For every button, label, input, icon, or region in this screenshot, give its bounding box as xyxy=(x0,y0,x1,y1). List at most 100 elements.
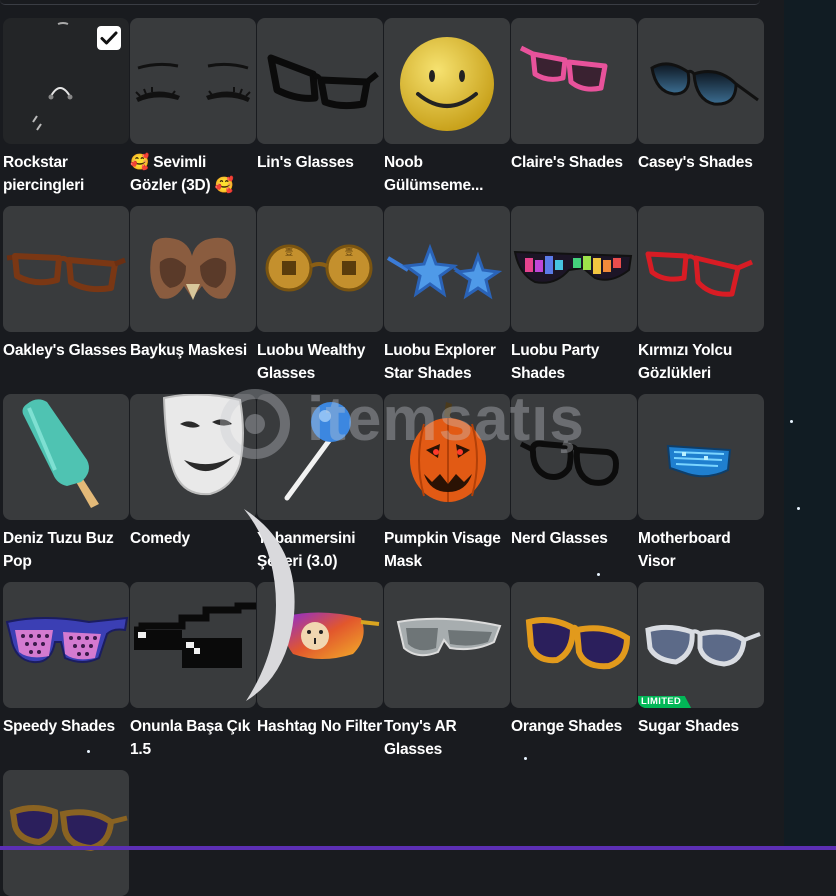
item-card[interactable]: Comedy xyxy=(130,394,256,550)
lollipop-icon xyxy=(284,402,351,501)
item-thumbnail[interactable] xyxy=(384,18,510,144)
pink-shades-icon xyxy=(519,45,608,92)
item-name[interactable]: Kırmızı Yolcu Gözlükleri xyxy=(638,339,764,385)
pixel-shades-icon xyxy=(134,602,256,668)
item-thumbnail[interactable] xyxy=(130,18,256,144)
item-name[interactable]: Nerd Glasses xyxy=(511,527,637,550)
item-name[interactable]: Speedy Shades xyxy=(3,715,129,738)
item-name[interactable]: 🥰 Sevimli Gözler (3D) 🥰 xyxy=(130,151,256,197)
item-card[interactable]: Lin's Glasses xyxy=(257,18,383,174)
purple-shades-icon xyxy=(9,805,128,852)
item-card[interactable]: Pumpkin Visage Mask xyxy=(384,394,510,573)
coin-glasses-icon: 壹 壹 xyxy=(265,244,373,292)
black-glasses-icon xyxy=(267,54,379,110)
item-name[interactable]: Deniz Tuzu Buz Pop xyxy=(3,527,129,573)
item-name[interactable]: Yabanmersini Şekeri (3.0) xyxy=(257,527,383,573)
item-card[interactable]: Nerd Glasses xyxy=(511,394,637,550)
ar-glasses-icon xyxy=(396,617,502,657)
bottom-accent-bar xyxy=(0,846,836,850)
item-name[interactable]: Oakley's Glasses xyxy=(3,339,129,362)
item-card[interactable]: Luobu Party Shades xyxy=(511,206,637,385)
item-name[interactable]: Luobu Explorer Star Shades xyxy=(384,339,510,385)
top-divider xyxy=(0,0,760,5)
item-thumbnail[interactable] xyxy=(130,206,256,332)
item-thumbnail[interactable] xyxy=(638,18,764,144)
item-card[interactable]: Baykuş Maskesi xyxy=(130,206,256,362)
item-card[interactable]: Onunla Başa Çık 1.5 xyxy=(130,582,256,761)
item-thumbnail[interactable] xyxy=(384,206,510,332)
item-thumbnail[interactable] xyxy=(257,18,383,144)
item-card[interactable]: Rockstar piercingleri xyxy=(3,18,129,197)
item-thumbnail[interactable] xyxy=(511,206,637,332)
item-card[interactable]: Orange Shades xyxy=(511,582,637,738)
item-thumbnail[interactable] xyxy=(257,582,383,708)
item-thumbnail[interactable] xyxy=(130,582,256,708)
star-decoration xyxy=(87,750,90,753)
item-thumbnail[interactable] xyxy=(3,394,129,520)
item-name[interactable]: Orange Shades xyxy=(511,715,637,738)
item-thumbnail[interactable] xyxy=(638,394,764,520)
item-thumbnail[interactable] xyxy=(384,582,510,708)
item-card[interactable]: LIMITED Sugar Shades xyxy=(638,582,764,738)
item-name[interactable]: Lin's Glasses xyxy=(257,151,383,174)
item-card[interactable]: 壹 壹 Luobu Wealthy Glasses xyxy=(257,206,383,385)
item-name[interactable]: Baykuş Maskesi xyxy=(130,339,256,362)
item-card[interactable] xyxy=(3,770,129,896)
item-thumbnail[interactable] xyxy=(3,582,129,708)
item-name[interactable]: Noob Gülümseme... xyxy=(384,151,510,197)
selected-checkbox[interactable] xyxy=(97,26,121,50)
item-card[interactable]: Tony's AR Glasses xyxy=(384,582,510,761)
nerd-glasses-icon xyxy=(519,440,619,486)
star-decoration xyxy=(797,507,800,510)
item-card[interactable]: Speedy Shades xyxy=(3,582,129,738)
item-name[interactable]: Luobu Party Shades xyxy=(511,339,637,385)
item-name[interactable]: Rockstar piercingleri xyxy=(3,151,129,197)
item-name[interactable]: Sugar Shades xyxy=(638,715,764,738)
item-name[interactable]: Pumpkin Visage Mask xyxy=(384,527,510,573)
item-name[interactable]: Hashtag No Filter xyxy=(257,715,383,738)
item-card[interactable]: Casey's Shades xyxy=(638,18,764,174)
visor-icon xyxy=(666,444,732,478)
item-thumbnail[interactable] xyxy=(511,582,637,708)
item-card[interactable]: Claire's Shades xyxy=(511,18,637,174)
owl-mask-icon xyxy=(150,237,236,300)
item-card[interactable]: Noob Gülümseme... xyxy=(384,18,510,197)
item-thumbnail[interactable] xyxy=(3,206,129,332)
item-thumbnail[interactable] xyxy=(3,770,129,896)
item-name[interactable]: Comedy xyxy=(130,527,256,550)
noob-smile-icon xyxy=(400,37,494,131)
cute-eyes-icon xyxy=(135,62,251,102)
item-name[interactable]: Tony's AR Glasses xyxy=(384,715,510,761)
item-name[interactable]: Luobu Wealthy Glasses xyxy=(257,339,383,385)
item-name[interactable]: Motherboard Visor xyxy=(638,527,764,573)
item-card[interactable]: Deniz Tuzu Buz Pop xyxy=(3,394,129,573)
svg-text:壹: 壹 xyxy=(285,247,293,257)
speedy-shades-icon xyxy=(5,616,129,664)
item-thumbnail[interactable] xyxy=(638,206,764,332)
item-thumbnail[interactable] xyxy=(511,394,637,520)
red-glasses-icon xyxy=(645,251,753,297)
item-name[interactable]: Onunla Başa Çık 1.5 xyxy=(130,715,256,761)
item-name[interactable]: Claire's Shades xyxy=(511,151,637,174)
item-thumbnail[interactable] xyxy=(130,394,256,520)
star-decoration xyxy=(790,420,793,423)
item-thumbnail[interactable] xyxy=(3,18,129,144)
item-thumbnail[interactable] xyxy=(511,18,637,144)
sugar-shades-icon xyxy=(645,624,761,667)
item-card[interactable]: Oakley's Glasses xyxy=(3,206,129,362)
item-thumbnail[interactable] xyxy=(384,394,510,520)
item-card[interactable]: Motherboard Visor xyxy=(638,394,764,573)
item-thumbnail[interactable]: LIMITED xyxy=(638,582,764,708)
checkmark-icon xyxy=(100,31,118,45)
item-card[interactable]: Yabanmersini Şekeri (3.0) xyxy=(257,394,383,573)
item-card[interactable]: Luobu Explorer Star Shades xyxy=(384,206,510,385)
svg-text:壹: 壹 xyxy=(345,247,353,257)
item-name[interactable]: Casey's Shades xyxy=(638,151,764,174)
item-card[interactable]: Hashtag No Filter xyxy=(257,582,383,738)
item-thumbnail[interactable]: 壹 壹 xyxy=(257,206,383,332)
item-card[interactable]: 🥰 Sevimli Gözler (3D) 🥰 xyxy=(130,18,256,197)
comedy-mask-icon xyxy=(162,394,244,496)
item-thumbnail[interactable] xyxy=(257,394,383,520)
star-decoration xyxy=(597,573,600,576)
item-card[interactable]: Kırmızı Yolcu Gözlükleri xyxy=(638,206,764,385)
